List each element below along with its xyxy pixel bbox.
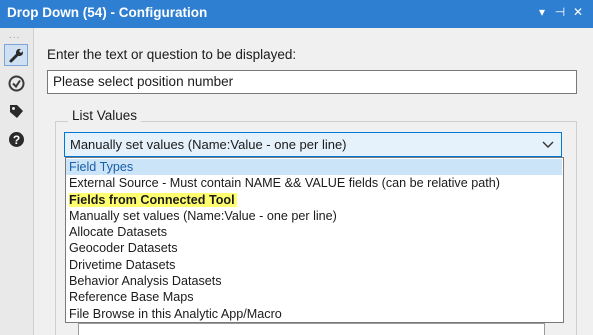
wrench-icon[interactable]: [4, 44, 28, 66]
chevron-down-icon[interactable]: [541, 136, 555, 155]
tag-icon[interactable]: [4, 100, 28, 122]
prompt-label: Enter the text or question to be display…: [47, 47, 297, 62]
dropdown-list: Field Types External Source - Must conta…: [65, 157, 564, 323]
pin-icon[interactable]: ⊣: [553, 5, 567, 19]
connection-icon[interactable]: [4, 72, 28, 94]
dropdown-option[interactable]: Allocate Datasets: [66, 224, 563, 240]
dropdown-option[interactable]: Behavior Analysis Datasets: [66, 273, 563, 289]
prompt-text-input[interactable]: Please select position number: [47, 70, 577, 94]
list-values-label: List Values: [68, 108, 142, 123]
dropdown-option[interactable]: Geocoder Datasets: [66, 240, 563, 256]
window-controls: ▾ ⊣ ✕: [535, 5, 585, 19]
window-title: Drop Down (54) - Configuration: [7, 5, 208, 20]
dropdown-option[interactable]: External Source - Must contain NAME && V…: [66, 175, 563, 191]
dropdown-option[interactable]: Fields from Connected Tool: [66, 192, 563, 208]
title-bar: Drop Down (54) - Configuration ▾ ⊣ ✕: [0, 0, 593, 28]
values-textarea[interactable]: [78, 323, 545, 335]
select-current-value: Manually set values (Name:Value - one pe…: [70, 137, 347, 152]
help-icon[interactable]: ?: [4, 128, 28, 150]
dropdown-option[interactable]: Field Types: [66, 159, 562, 176]
dropdown-option[interactable]: Manually set values (Name:Value - one pe…: [66, 208, 563, 224]
list-values-select[interactable]: Manually set values (Name:Value - one pe…: [64, 132, 562, 157]
config-tab-rail: ... ?: [0, 28, 34, 335]
menu-chevron-icon[interactable]: ▾: [535, 5, 549, 19]
svg-text:?: ?: [12, 133, 19, 147]
dropdown-option[interactable]: Drivetime Datasets: [66, 257, 563, 273]
rail-grip[interactable]: ...: [9, 30, 20, 41]
close-icon[interactable]: ✕: [571, 5, 585, 19]
dropdown-option[interactable]: Reference Base Maps: [66, 289, 563, 305]
dropdown-option[interactable]: File Browse in this Analytic App/Macro: [66, 306, 563, 322]
